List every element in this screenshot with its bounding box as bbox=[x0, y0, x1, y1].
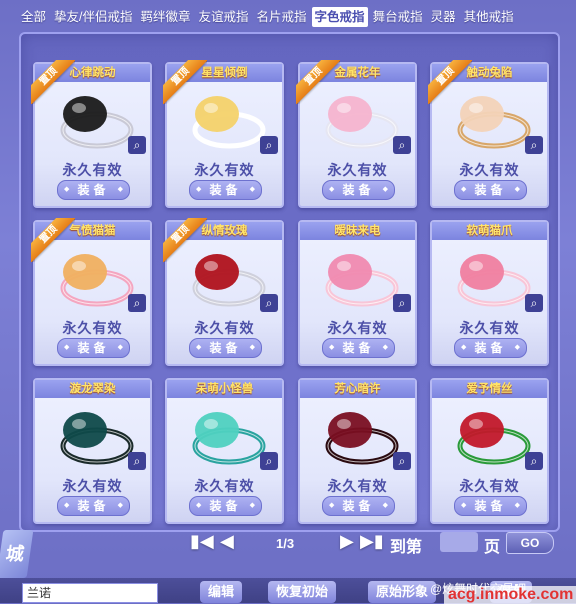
validity-text: 永久有效 bbox=[459, 320, 520, 336]
ring-card[interactable]: 心律跳动置顶⌕永久有效装备 bbox=[31, 60, 152, 208]
ring-name: 漩龙翠染 bbox=[35, 380, 150, 398]
ring-card[interactable]: 触动兔陷置顶⌕永久有效装备 bbox=[428, 60, 549, 208]
ring-name: 软萌猫爪 bbox=[432, 222, 547, 240]
ring-card[interactable]: 漩龙翠染 ⌕ 永久有效装备 bbox=[33, 378, 152, 524]
ring-name: 暧昧来电 bbox=[300, 222, 415, 240]
zoom-icon[interactable]: ⌕ bbox=[393, 452, 411, 470]
edit-button[interactable]: 编辑 bbox=[200, 581, 243, 603]
cat-paw-ring-icon bbox=[442, 244, 537, 312]
last-page-button[interactable]: ▶▮ bbox=[360, 531, 384, 552]
tab-8[interactable]: 其他戒指 bbox=[461, 7, 517, 27]
equip-button[interactable]: 装备 bbox=[189, 338, 262, 358]
black-heart-ring-icon bbox=[45, 86, 140, 154]
tab-2[interactable]: 羁绊徽章 bbox=[138, 7, 194, 27]
equip-button[interactable]: 装备 bbox=[454, 496, 527, 516]
crimson-ring-icon bbox=[310, 402, 405, 470]
validity-text: 永久有效 bbox=[62, 320, 123, 336]
validity-text: 永久有效 bbox=[459, 162, 520, 178]
restore-default-button[interactable]: 恢复初始 bbox=[268, 581, 337, 603]
zoom-icon[interactable]: ⌕ bbox=[393, 136, 411, 154]
fruit-ring-icon bbox=[442, 402, 537, 470]
ring-card[interactable]: 芳心暗许 ⌕ 永久有效装备 bbox=[298, 378, 417, 524]
ring-card[interactable]: 软萌猫爪 ⌕ 永久有效装备 bbox=[430, 220, 549, 366]
equip-button[interactable]: 装备 bbox=[454, 338, 527, 358]
ring-card[interactable]: 金属花年置顶⌕永久有效装备 bbox=[296, 60, 417, 208]
tab-1[interactable]: 挚友/伴侣戒指 bbox=[51, 7, 135, 27]
tab-5[interactable]: 字色戒指 bbox=[311, 7, 368, 27]
validity-text: 永久有效 bbox=[194, 478, 255, 494]
pink-flower-ring-icon bbox=[310, 86, 405, 154]
angry-cat-ring-icon bbox=[45, 244, 140, 312]
validity-text: 永久有效 bbox=[327, 320, 388, 336]
zoom-icon[interactable]: ⌕ bbox=[260, 136, 278, 154]
goto-suffix: 页 bbox=[484, 539, 501, 556]
equip-button[interactable]: 装备 bbox=[189, 180, 262, 200]
first-page-button[interactable]: ▮◀ bbox=[190, 531, 214, 552]
ring-card[interactable]: 星星倾倒置顶⌕永久有效装备 bbox=[163, 60, 284, 208]
teal-dragon-ring-icon bbox=[45, 402, 140, 470]
validity-text: 永久有效 bbox=[459, 478, 520, 494]
validity-text: 永久有效 bbox=[62, 162, 123, 178]
ring-card[interactable]: 呆萌小怪兽 ⌕ 永久有效装备 bbox=[165, 378, 284, 524]
prev-page-button[interactable]: ◀ bbox=[220, 531, 234, 552]
zoom-icon[interactable]: ⌕ bbox=[128, 294, 146, 312]
tab-4[interactable]: 名片戒指 bbox=[254, 7, 310, 27]
outfit-select[interactable]: 兰诺 bbox=[22, 583, 158, 603]
monster-ring-icon bbox=[177, 402, 272, 470]
go-button[interactable]: GO bbox=[506, 532, 554, 554]
zoom-icon[interactable]: ⌕ bbox=[260, 452, 278, 470]
validity-text: 永久有效 bbox=[327, 162, 388, 178]
ring-name: 爱予情丝 bbox=[432, 380, 547, 398]
equip-button[interactable]: 装备 bbox=[57, 180, 130, 200]
golden-star-ring-icon bbox=[177, 86, 272, 154]
zoom-icon[interactable]: ⌕ bbox=[525, 136, 543, 154]
goto-label: 到第 bbox=[390, 539, 423, 556]
bunny-ring-icon bbox=[442, 86, 537, 154]
ring-card[interactable]: 气愤猫猫置顶⌕永久有效装备 bbox=[31, 218, 152, 366]
ring-name: 芳心暗许 bbox=[300, 380, 415, 398]
equip-button[interactable]: 装备 bbox=[57, 496, 130, 516]
zoom-icon[interactable]: ⌕ bbox=[525, 294, 543, 312]
validity-text: 永久有效 bbox=[327, 478, 388, 494]
ring-card[interactable]: 爱予情丝 ⌕ 永久有效装备 bbox=[430, 378, 549, 524]
ring-name: 呆萌小怪兽 bbox=[167, 380, 282, 398]
zoom-icon[interactable]: ⌕ bbox=[128, 452, 146, 470]
tab-3[interactable]: 友谊戒指 bbox=[196, 7, 252, 27]
page-number-input[interactable] bbox=[440, 532, 478, 552]
category-tabs: 全部 挚友/伴侣戒指 羁绊徽章 友谊戒指 名片戒指 字色戒指 舞台戒指 灵器 其他戒指 bbox=[18, 6, 558, 28]
validity-text: 永久有效 bbox=[62, 478, 123, 494]
zoom-icon[interactable]: ⌕ bbox=[128, 136, 146, 154]
zoom-icon[interactable]: ⌕ bbox=[260, 294, 278, 312]
equip-button[interactable]: 装备 bbox=[57, 338, 130, 358]
rose-ring-icon bbox=[177, 244, 272, 312]
tab-6[interactable]: 舞台戒指 bbox=[370, 7, 426, 27]
equip-button[interactable]: 装备 bbox=[454, 180, 527, 200]
equip-button[interactable]: 装备 bbox=[322, 338, 395, 358]
equip-button[interactable]: 装备 bbox=[322, 496, 395, 516]
next-page-button[interactable]: ▶ bbox=[340, 531, 354, 552]
tab-0[interactable]: 全部 bbox=[18, 7, 49, 27]
zoom-icon[interactable]: ⌕ bbox=[525, 452, 543, 470]
watermark-site: acg.inmoke.com bbox=[444, 586, 576, 604]
equip-button[interactable]: 装备 bbox=[189, 496, 262, 516]
pink-heart-ring-icon bbox=[310, 244, 405, 312]
ring-card[interactable]: 暧昧来电 ⌕ 永久有效装备 bbox=[298, 220, 417, 366]
original-look-button[interactable]: 原始形象 bbox=[368, 581, 437, 603]
tab-7[interactable]: 灵器 bbox=[428, 7, 459, 27]
equip-button[interactable]: 装备 bbox=[322, 180, 395, 200]
page-indicator: 1/3 bbox=[276, 536, 295, 551]
zoom-icon[interactable]: ⌕ bbox=[393, 294, 411, 312]
validity-text: 永久有效 bbox=[194, 320, 255, 336]
validity-text: 永久有效 bbox=[194, 162, 255, 178]
ring-card[interactable]: 纵情玫瑰置顶⌕永久有效装备 bbox=[163, 218, 284, 366]
pagination: ▮◀ ◀ 1/3 ▶ ▶▮ 到第 页 GO bbox=[0, 528, 576, 558]
